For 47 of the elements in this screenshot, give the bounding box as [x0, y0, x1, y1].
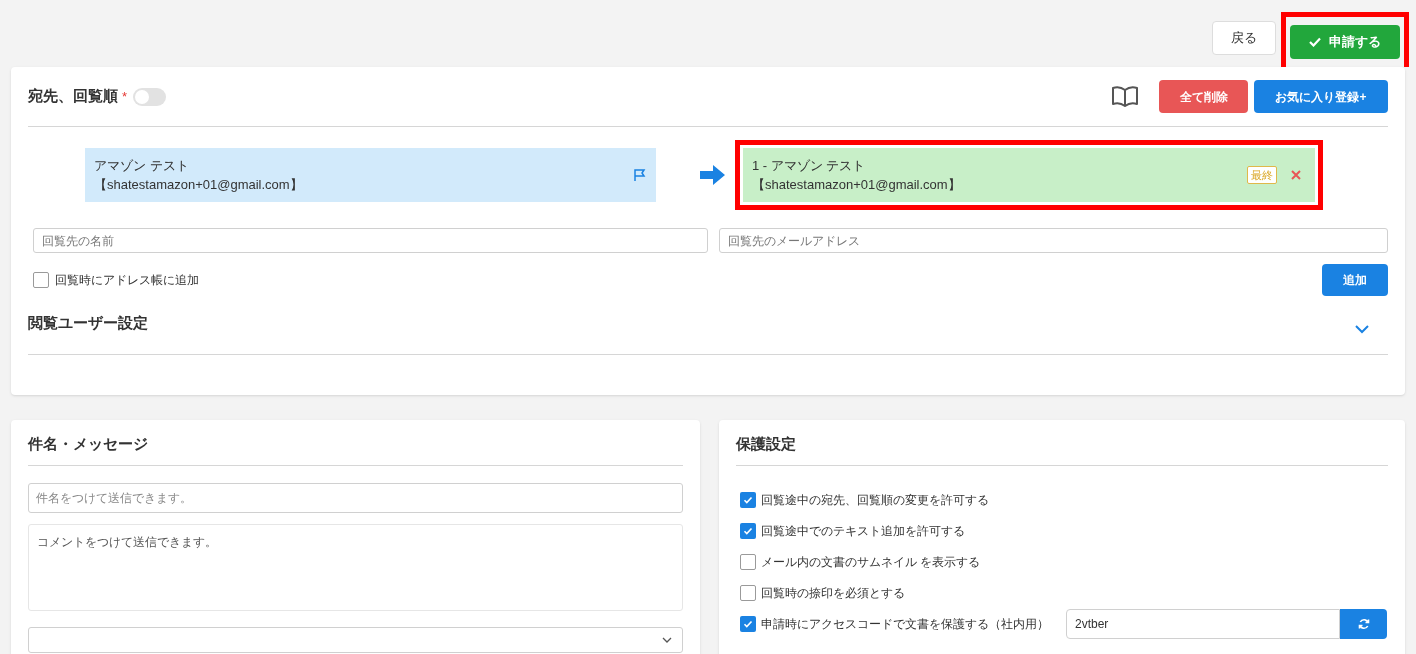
select-field[interactable] [28, 627, 683, 653]
option-label: 回覧途中の宛先、回覧順の変更を許可する [761, 492, 990, 509]
section-title: 件名・メッセージ [28, 433, 148, 454]
refresh-icon [1357, 618, 1370, 630]
access-code-field[interactable]: 2vtber [1066, 609, 1340, 639]
checkbox[interactable] [740, 554, 756, 570]
check-icon [743, 619, 753, 629]
route-card[interactable]: 1 - アマゾン テスト 【shatestamazon+01@gmail.com】 最終 [743, 148, 1315, 202]
delete-all-button[interactable]: 全て削除 [1159, 80, 1248, 113]
option-label: メール内の文書のサムネイル を表示する [761, 554, 982, 571]
arrow-icon [700, 165, 725, 185]
book-icon[interactable] [1111, 84, 1139, 109]
section-title: 閲覧ユーザー設定 [28, 312, 148, 333]
checkbox[interactable] [740, 616, 756, 632]
route-email: 【shatestamazon+01@gmail.com】 [752, 176, 962, 194]
section-title: 保護設定 [736, 433, 796, 454]
checkbox[interactable] [740, 492, 756, 508]
close-icon[interactable] [1291, 170, 1301, 180]
toggle-switch[interactable] [133, 87, 167, 106]
route-name: 1 - アマゾン テスト [752, 156, 867, 175]
chevron-icon [662, 637, 672, 643]
check-icon [743, 495, 753, 505]
comment-field[interactable]: コメントをつけて送信できます。 [28, 524, 683, 611]
subject-field[interactable]: 件名をつけて送信できます。 [28, 483, 683, 513]
option-label: 回覧時の捺印を必須とする [761, 585, 906, 602]
refresh-button[interactable] [1340, 609, 1387, 639]
option-label: 申請時にアクセスコードで文書を保護する（社内用） [761, 616, 1050, 633]
contact-name: アマゾン テスト [94, 156, 190, 175]
final-badge: 最終 [1247, 166, 1277, 184]
add-button[interactable]: 追加 [1322, 264, 1388, 296]
name-field[interactable]: 回覧先の名前 [33, 228, 708, 253]
required-mark: * [122, 88, 128, 106]
checkbox[interactable] [740, 585, 756, 601]
address-card[interactable]: アマゾン テスト 【shatestamazon+01@gmail.com】 [85, 148, 656, 202]
checkbox[interactable] [740, 523, 756, 539]
contact-email: 【shatestamazon+01@gmail.com】 [94, 176, 304, 194]
check-icon [743, 526, 753, 536]
favorite-button[interactable]: お気に入り登録+ [1254, 80, 1388, 113]
section-title: 宛先、回覧順 [28, 86, 118, 107]
checkbox[interactable] [33, 272, 49, 288]
checkbox-label: 回覧時にアドレス帳に追加 [55, 272, 199, 289]
email-field[interactable]: 回覧先のメールアドレス [719, 228, 1388, 253]
back-button[interactable]: 戻る [1212, 21, 1276, 55]
chevron-icon[interactable] [1355, 324, 1369, 334]
flag-icon[interactable] [633, 168, 647, 182]
check-icon [1309, 37, 1321, 47]
option-label: 回覧途中でのテキスト追加を許可する [761, 523, 966, 540]
